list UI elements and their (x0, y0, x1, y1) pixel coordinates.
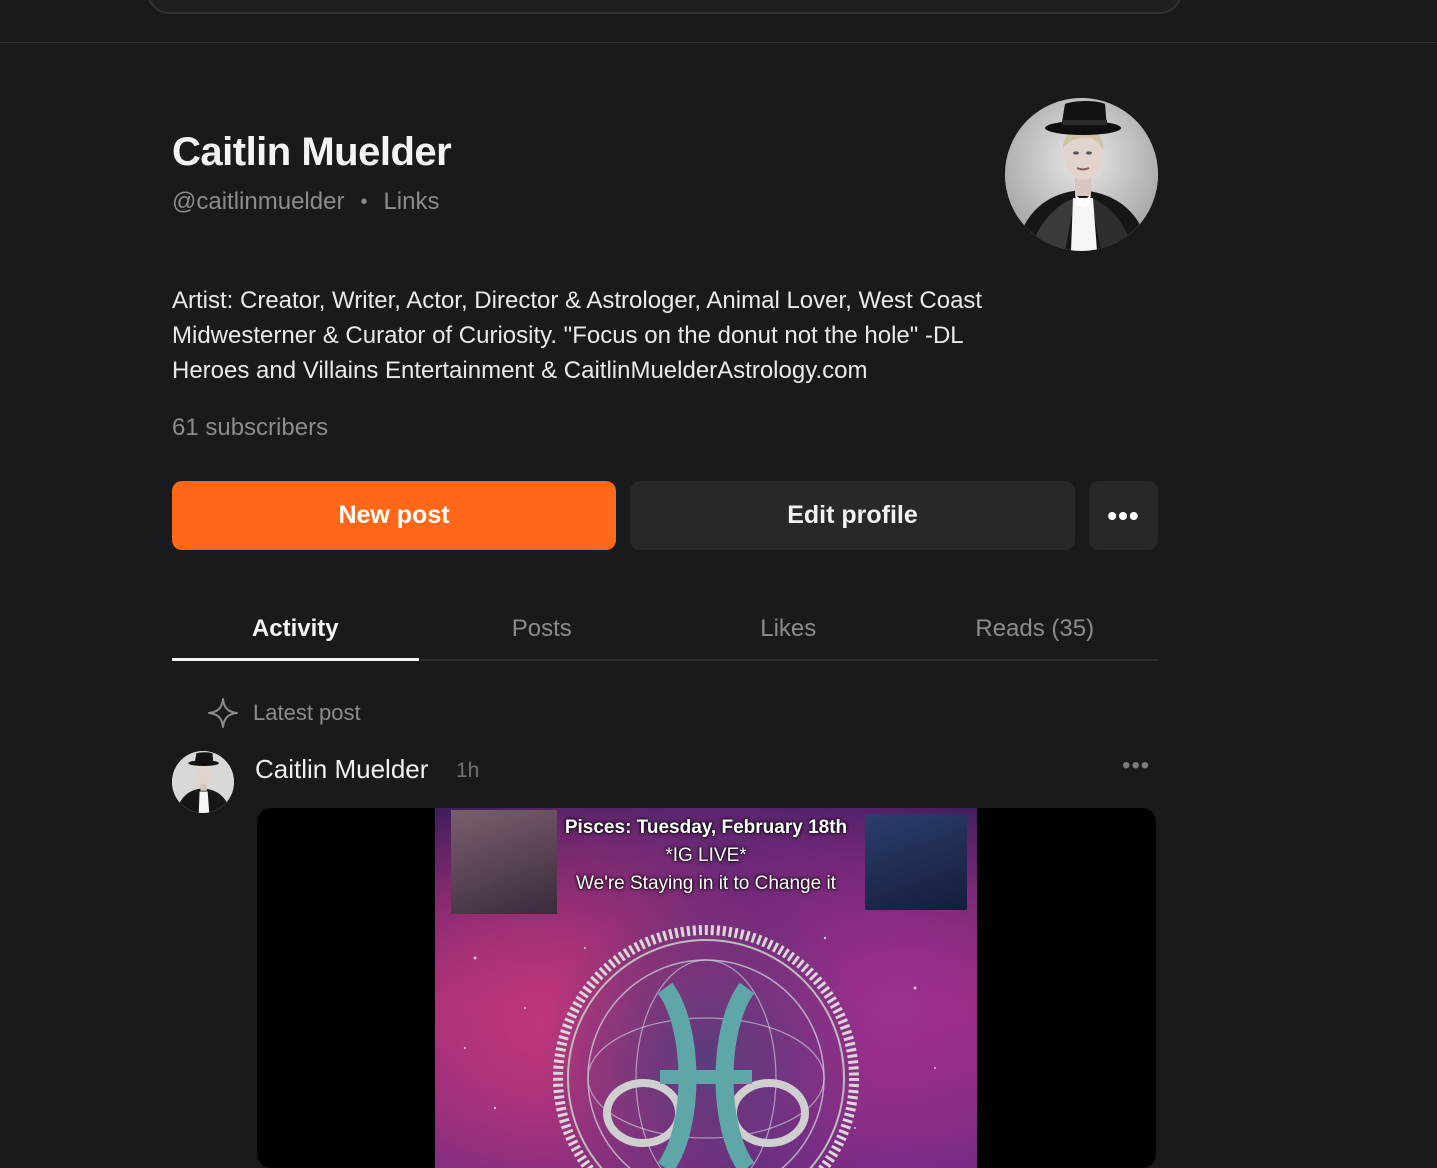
edit-profile-button[interactable]: Edit profile (630, 481, 1075, 550)
profile-name: Caitlin Muelder (172, 130, 452, 174)
tab-activity[interactable]: Activity (172, 600, 419, 661)
latest-post-text: Latest post (253, 700, 361, 725)
meta-separator: • (360, 190, 368, 213)
top-bar (0, 0, 1437, 43)
tab-reads[interactable]: Reads (35) (912, 600, 1159, 659)
post-author-name[interactable]: Caitlin Muelder (255, 754, 428, 785)
sparkle-icon (208, 698, 238, 728)
profile-avatar[interactable] (1005, 98, 1158, 251)
profile-bio: Artist: Creator, Writer, Actor, Director… (172, 283, 1132, 388)
tab-likes[interactable]: Likes (665, 600, 912, 659)
bio-line: Heroes and Villains Entertainment & Cait… (172, 357, 868, 384)
profile-handle: @caitlinmuelder (172, 188, 345, 215)
post-media[interactable]: Pisces: Tuesday, February 18th *IG LIVE*… (257, 808, 1156, 1168)
cover-caption: Pisces: Tuesday, February 18th *IG LIVE*… (435, 814, 977, 898)
links-link[interactable]: Links (383, 188, 439, 216)
post-author-avatar[interactable] (172, 751, 234, 813)
new-post-button[interactable]: New post (172, 481, 616, 550)
more-icon: ••• (1107, 499, 1140, 531)
post-more-icon[interactable]: ••• (1122, 752, 1150, 780)
cover-caption-tagline: We're Staying in it to Change it (576, 873, 836, 894)
profile-tabs: Activity Posts Likes Reads (35) (172, 600, 1158, 661)
bio-line: Midwesterner & Curator of Curiosity. "Fo… (172, 322, 964, 349)
avatar-photo (172, 751, 234, 813)
profile-meta: @caitlinmuelder • Links (172, 188, 439, 216)
cover-caption-title: Pisces: Tuesday, February 18th (564, 817, 848, 838)
more-options-button[interactable]: ••• (1089, 481, 1158, 550)
latest-post-label: Latest post (207, 697, 361, 729)
avatar-photo (1005, 98, 1158, 251)
post-timestamp: 1h (456, 759, 480, 782)
search-bar[interactable] (147, 0, 1182, 14)
cover-caption-subtitle: *IG LIVE* (665, 845, 747, 866)
subscriber-count[interactable]: 61 subscribers (172, 414, 328, 442)
post-cover-image: Pisces: Tuesday, February 18th *IG LIVE*… (435, 808, 977, 1168)
bio-line: Artist: Creator, Writer, Actor, Director… (172, 287, 983, 314)
tab-posts[interactable]: Posts (419, 600, 666, 659)
